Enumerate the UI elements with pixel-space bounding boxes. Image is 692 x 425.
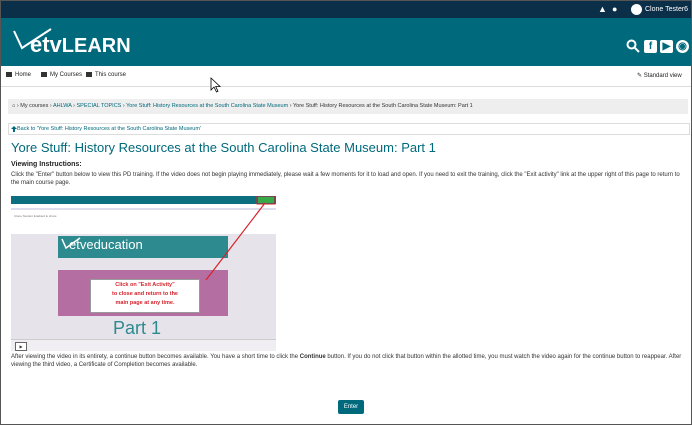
top-bar: ▲ ● Clone Tester6 ⌄ [1,1,691,18]
nav-bar: Home My Courses This course ✎ Standard v… [1,66,691,87]
search-icon[interactable] [626,39,640,53]
courses-icon [41,72,47,77]
back-link-box: Back to 'Yore Stuff: History Resources a… [8,123,690,135]
page-frame: ▲ ● Clone Tester6 ⌄ etvLEARN f ▶ ◉ Home … [0,0,692,425]
bell-icon[interactable]: ▲ [598,4,608,14]
breadcrumb-home-icon[interactable]: ⌂ [12,103,15,109]
continue-paragraph: After viewing the video in its entirety,… [11,354,682,368]
avatar[interactable] [631,4,642,15]
youtube-icon[interactable]: ▶ [660,40,673,53]
logo-prefix: etv [30,32,62,57]
breadcrumb-item[interactable]: SPECIAL TOPICS [77,103,122,109]
breadcrumb-current: Yore Stuff: History Resources at the Sou… [292,103,473,109]
breadcrumb: ⌂ › My courses › AHLWA › SPECIAL TOPICS … [8,99,688,114]
nav-my-courses[interactable]: My Courses [41,72,82,78]
user-menu[interactable]: Clone Tester6 ⌄ [645,4,691,15]
instructions-heading: Viewing Instructions: [11,161,82,168]
logo-suffix: LEARN [61,35,131,57]
nav-this-course[interactable]: This course [86,72,126,78]
facebook-icon[interactable]: f [644,40,657,53]
mouse-cursor-icon [210,77,222,93]
breadcrumb-item[interactable]: AHLWA [53,103,72,109]
nav-standard-view[interactable]: ✎ Standard view [637,72,682,79]
callout-arrow [205,196,276,281]
page-title: Yore Stuff: History Resources at the Sou… [11,140,436,155]
breadcrumb-item[interactable]: My courses [20,103,48,109]
web-icon[interactable]: ◉ [676,40,689,53]
instructions-paragraph: Click the "Enter" button below to view t… [11,172,680,186]
instruction-screenshot: Clone Student Enabled to share etveducat… [11,196,276,351]
sitemap-icon [86,72,92,77]
nav-home[interactable]: Home [6,72,31,78]
back-link[interactable]: Back to 'Yore Stuff: History Resources a… [17,126,201,132]
enter-button[interactable]: Enter [338,400,364,414]
chat-icon[interactable]: ● [612,4,622,14]
breadcrumb-item[interactable]: Yore Stuff: History Resources at the Sou… [126,103,288,109]
home-icon [6,72,12,77]
